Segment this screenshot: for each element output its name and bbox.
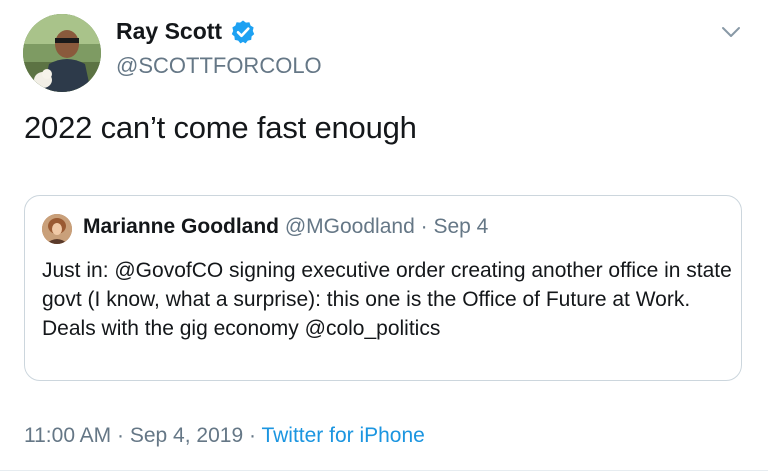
author-display-name[interactable]: Ray Scott xyxy=(116,18,222,45)
author-handle[interactable]: @SCOTTFORCOLO xyxy=(116,53,322,79)
tweet-date[interactable]: Sep 4, 2019 xyxy=(130,424,243,447)
tweet-footer: 11:00 AM · Sep 4, 2019 · Twitter for iPh… xyxy=(24,424,425,448)
tweet-card: Ray Scott @SCOTTFORCOLO 2022 can’t come … xyxy=(0,0,768,473)
profile-photo-icon xyxy=(42,214,72,244)
chevron-down-icon[interactable] xyxy=(720,24,742,40)
quoted-author-handle: @MGoodland xyxy=(284,215,415,238)
quoted-tweet-text: Just in: @GovofCO signing executive orde… xyxy=(42,259,732,340)
footer-separator: · xyxy=(248,424,256,447)
tweet-time[interactable]: 11:00 AM xyxy=(24,424,111,447)
quoted-author-avatar[interactable] xyxy=(42,214,72,244)
tweet-source-link[interactable]: Twitter for iPhone xyxy=(261,424,424,447)
quoted-tweet-date: Sep 4 xyxy=(433,215,489,238)
quoted-tweet-header: Marianne Goodland @MGoodland · Sep 4 xyxy=(83,215,488,239)
author-avatar[interactable] xyxy=(23,14,101,92)
quoted-tweet[interactable]: Marianne Goodland @MGoodland · Sep 4 Jus… xyxy=(24,195,742,381)
verified-badge-icon xyxy=(231,20,255,43)
footer-separator: · xyxy=(117,424,125,447)
tweet-text: 2022 can’t come fast enough xyxy=(24,110,417,145)
divider xyxy=(0,470,768,471)
author-name-row: Ray Scott xyxy=(116,18,256,45)
quoted-separator: · xyxy=(420,215,428,238)
quoted-author-name: Marianne Goodland xyxy=(83,215,280,238)
profile-photo-icon xyxy=(23,14,101,92)
